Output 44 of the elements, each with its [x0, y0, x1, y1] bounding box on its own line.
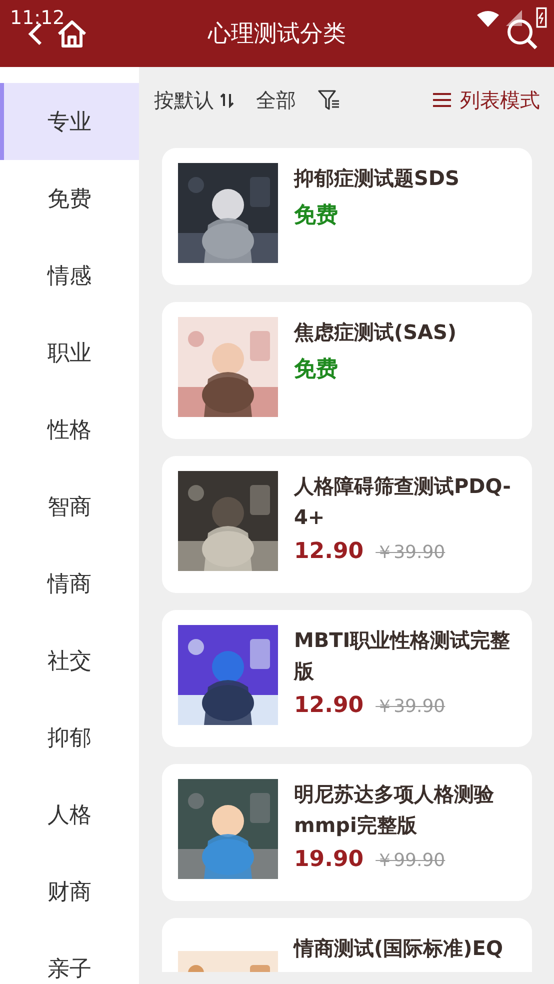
category-item[interactable]: 免费 [0, 160, 139, 237]
original-price: ￥99.90 [376, 849, 446, 872]
search-icon[interactable] [506, 18, 538, 50]
category-item[interactable]: 亲子 [0, 930, 139, 984]
price: 12.90 [294, 539, 364, 564]
test-card[interactable]: MBTI职业性格测试完整版 12.90 ￥39.90 [162, 610, 532, 747]
status-time: 11:12 [10, 7, 65, 29]
test-card[interactable]: 情商测试(国际标准)EQ [162, 918, 532, 972]
test-title: 焦虑症测试(SAS) [294, 319, 457, 346]
view-mode-button[interactable]: 列表模式 [432, 86, 540, 114]
wifi-icon [476, 10, 500, 28]
category-item[interactable]: 情感 [0, 237, 139, 314]
category-item[interactable]: 抑郁 [0, 699, 139, 776]
test-card[interactable]: 人格障碍筛查测试PDQ-4+ 12.90 ￥39.90 [162, 456, 532, 593]
free-label: 免费 [294, 356, 338, 384]
list-icon [432, 92, 452, 108]
test-card[interactable]: 明尼苏达多项人格测验mmpi完整版 19.90 ￥99.90 [162, 764, 532, 901]
page-title: 心理测试分类 [208, 20, 346, 49]
signal-icon [504, 8, 524, 28]
test-title: MBTI职业性格测试完整版 [294, 627, 512, 685]
category-item[interactable]: 性格 [0, 391, 139, 468]
original-price: ￥39.90 [376, 541, 446, 564]
test-title: 人格障碍筛查测试PDQ-4+ [294, 473, 512, 531]
price: 12.90 [294, 693, 364, 718]
battery-icon [536, 6, 547, 28]
price: 19.90 [294, 847, 364, 872]
category-item[interactable]: 人格 [0, 776, 139, 853]
free-label: 免费 [294, 202, 338, 230]
sort-button[interactable]: 按默认 [154, 86, 234, 114]
category-item[interactable]: 社交 [0, 622, 139, 699]
category-item[interactable]: 情商 [0, 545, 139, 622]
category-item[interactable]: 智商 [0, 468, 139, 545]
test-title: 情商测试(国际标准)EQ [294, 935, 503, 962]
category-item[interactable]: 专业 [0, 83, 139, 160]
test-title: 明尼苏达多项人格测验mmpi完整版 [294, 781, 495, 839]
category-item[interactable]: 职业 [0, 314, 139, 391]
filter-icon[interactable] [318, 89, 340, 111]
category-item[interactable]: 财商 [0, 853, 139, 930]
range-button[interactable]: 全部 [256, 86, 296, 114]
original-price: ￥39.90 [376, 695, 446, 718]
sort-icon [220, 92, 234, 108]
test-card[interactable]: 抑郁症测试题SDS 免费 [162, 148, 532, 285]
test-title: 抑郁症测试题SDS [294, 165, 460, 192]
test-card[interactable]: 焦虑症测试(SAS) 免费 [162, 302, 532, 439]
